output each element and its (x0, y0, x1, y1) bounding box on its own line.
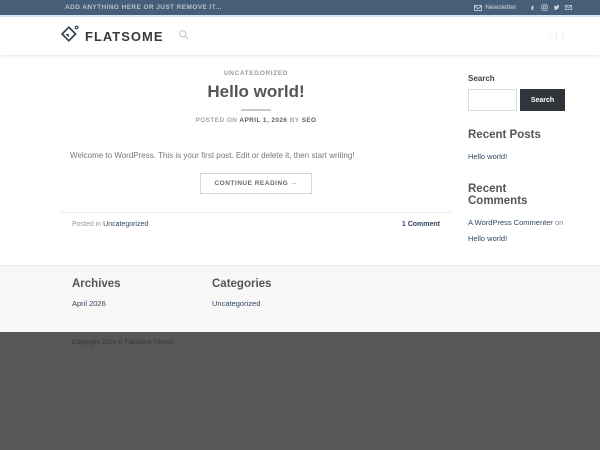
search-icon[interactable] (178, 27, 189, 45)
twitter-icon[interactable] (553, 4, 560, 11)
newsletter-label: Newsletter (485, 4, 516, 11)
search-button[interactable]: Search (520, 89, 565, 111)
site-logo[interactable]: FLATSOME (60, 25, 164, 48)
title-divider (241, 109, 271, 111)
post-author-link[interactable]: SEO (302, 117, 317, 124)
search-widget-label: Search (468, 74, 565, 83)
post-date-link[interactable]: APRIL 1, 2026 (239, 117, 287, 124)
copyright-text: Copyright 2026 © Flatsome Theme (60, 332, 565, 346)
instagram-icon[interactable] (541, 4, 548, 11)
footer-widgets: Archives April 2026 Categories Uncategor… (0, 265, 600, 332)
header-prev-icon[interactable]: ‹ (548, 29, 552, 43)
email-icon[interactable] (565, 4, 572, 11)
posted-on-label: POSTED ON (195, 117, 237, 124)
by-label: BY (290, 117, 300, 124)
newsletter-link[interactable]: Newsletter (474, 4, 516, 11)
topbar-message: ADD ANYTHING HERE OR JUST REMOVE IT... (65, 4, 222, 11)
recent-post-link[interactable]: Hello world! (468, 152, 507, 161)
facebook-icon[interactable] (529, 4, 536, 11)
site-header: FLATSOME ‹ › (0, 17, 600, 55)
search-input[interactable] (468, 89, 517, 111)
post-title: Hello world! (60, 82, 452, 102)
comment-author-link[interactable]: A WordPress Commenter (468, 218, 553, 227)
archive-month-link[interactable]: April 2026 (72, 299, 106, 308)
post-footer: Posted in Uncategorized 1 Comment (60, 212, 452, 228)
header-next-icon[interactable]: › (561, 29, 565, 43)
newsletter-envelope-icon (474, 5, 482, 11)
main-section: UNCATEGORIZED Hello world! POSTED ON APR… (0, 55, 600, 265)
recent-posts-heading: Recent Posts (468, 129, 565, 141)
comments-count-link[interactable]: 1 Comment (402, 221, 440, 228)
recent-comment-item: A WordPress Commenter on Hello world! (468, 215, 565, 247)
comment-post-link[interactable]: Hello world! (468, 234, 507, 243)
category-link[interactable]: Uncategorized (212, 299, 260, 308)
post-article: UNCATEGORIZED Hello world! POSTED ON APR… (60, 68, 452, 246)
posted-in-label: Posted in (72, 221, 101, 228)
header-divider (556, 31, 557, 41)
continue-reading-button[interactable]: CONTINUE READING → (200, 173, 311, 194)
absolute-footer: Copyright 2026 © Flatsome Theme (0, 332, 600, 450)
post-excerpt: Welcome to WordPress. This is your first… (60, 151, 452, 160)
categories-heading: Categories (212, 278, 340, 290)
flatsome-logo-icon (60, 25, 79, 48)
sidebar: Search Search Recent Posts Hello world! … (468, 68, 565, 246)
post-meta: POSTED ON APRIL 1, 2026 BY SEO (60, 117, 452, 124)
archives-heading: Archives (72, 278, 200, 290)
logo-text: FLATSOME (85, 29, 164, 44)
topbar: ADD ANYTHING HERE OR JUST REMOVE IT... N… (0, 0, 600, 15)
comment-connector: on (555, 218, 563, 227)
post-category-link[interactable]: UNCATEGORIZED (60, 70, 452, 77)
recent-comments-heading: Recent Comments (468, 183, 565, 207)
posted-in-category-link[interactable]: Uncategorized (103, 221, 148, 228)
